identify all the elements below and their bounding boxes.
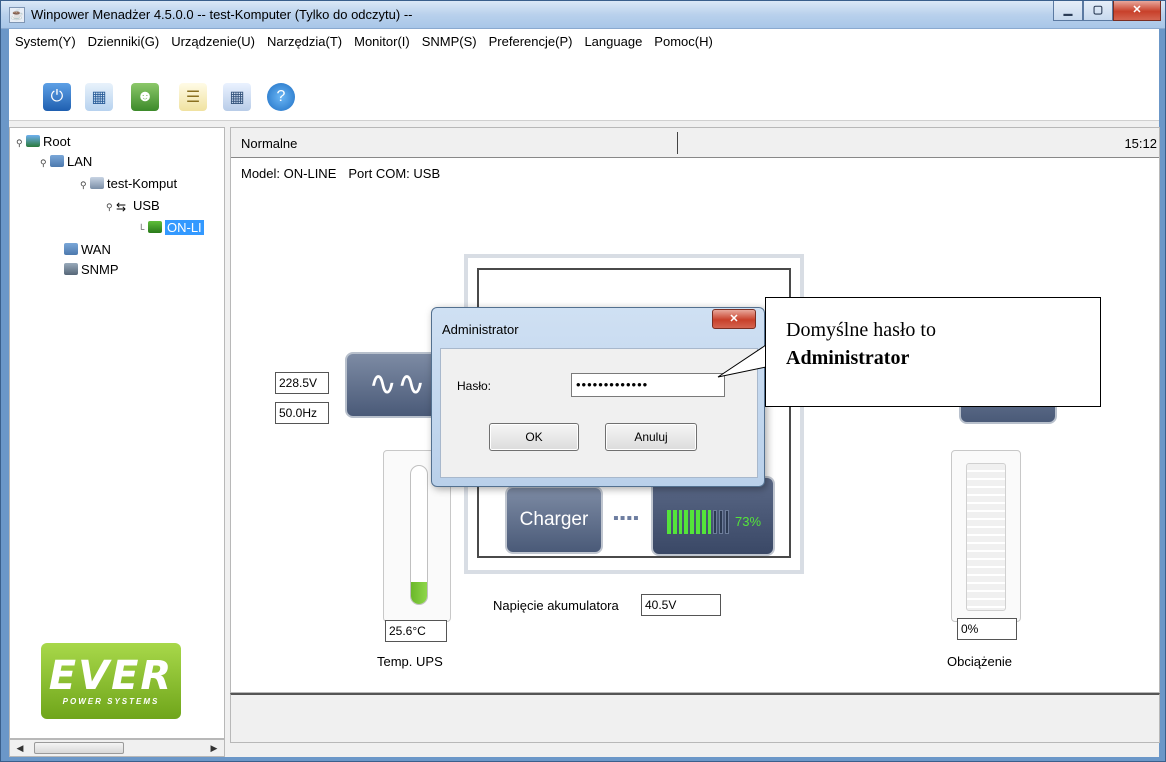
network-icon [50,155,64,167]
menu-monitor[interactable]: Monitor(I) [354,34,410,49]
callout-pointer [717,344,767,378]
battery-bar [707,510,712,534]
scroll-thumb[interactable] [34,742,124,754]
callout-line-2: Administrator [786,347,910,369]
callout-box: Domyślne hasło to Administrator [765,297,1101,407]
java-app-icon: ☕ [9,7,25,23]
battery-bar [701,510,706,534]
callout-line-1: Domyślne hasło to [786,319,936,341]
table-view-icon[interactable]: ▦ [223,83,251,111]
scroll-left-icon[interactable]: ◀ [12,741,28,755]
device-info: Model: ON-LINE Port COM: USB [241,166,452,181]
administrator-dialog: Administrator ✕ Hasło: ••••••••••••• OK … [431,307,765,487]
dialog-title: Administrator [442,322,519,337]
load-label: Obciążenie [947,654,1013,669]
thermometer-tube [410,465,428,605]
help-icon[interactable]: ? [267,83,295,111]
battery-bar [690,510,694,534]
schedule-calendar-icon[interactable]: ▦ [85,83,113,111]
tree-node-root[interactable]: ⚲ Root [16,134,70,150]
ok-button[interactable]: OK [489,423,579,451]
app-window: ☕ Winpower Menadżer 4.5.0.0 -- test-Komp… [0,0,1166,762]
status-state: Normalne [241,136,298,151]
temperature-value: 25.6°C [385,620,447,642]
tree-node-computer[interactable]: ⚲ test-Komput [80,176,177,192]
battery-bar [719,510,724,534]
menu-device[interactable]: Urządzenie(U) [171,34,255,49]
menu-bar: System(Y) Dzienniki(G) Urządzenie(U) Nar… [9,29,1159,53]
password-input[interactable]: ••••••••••••• [571,373,725,397]
ups-device-icon [148,221,162,233]
charger-link-dots: ▪▪▪▪ [613,510,640,527]
ever-logo: EVER POWER SYSTEMS [41,643,181,719]
menu-language[interactable]: Language [584,34,642,49]
usb-icon: ⇆ [116,201,130,213]
load-meter [951,450,1021,622]
tree-node-wan[interactable]: WAN [64,242,111,258]
toolbar: ⏻ ▦ ☻ ☰ ▦ ? [9,53,1159,121]
tree-node-usb[interactable]: ⚲ ⇆ USB [106,198,160,214]
snmp-icon [64,263,78,275]
user-admin-icon[interactable]: ☻ [131,83,159,111]
title-bar[interactable]: ☕ Winpower Menadżer 4.5.0.0 -- test-Komp… [1,1,1165,29]
menu-system[interactable]: System(Y) [15,34,76,49]
load-meter-track [966,463,1006,611]
network-icon [64,243,78,255]
menu-snmp[interactable]: SNMP(S) [422,34,477,49]
menu-help[interactable]: Pomoc(H) [654,34,713,49]
battery-bar [667,510,671,534]
battery-bar [678,510,683,534]
dialog-close-button[interactable]: ✕ [712,309,756,329]
computer-icon [90,177,104,189]
cancel-button[interactable]: Anuluj [605,423,697,451]
input-voltage-value: 228.5V [275,372,329,394]
window-title: Winpower Menadżer 4.5.0.0 -- test-Komput… [31,7,413,22]
status-bar: Normalne 15:12 [231,128,1159,158]
menu-preferences[interactable]: Preferencje(P) [489,34,573,49]
menu-logs[interactable]: Dzienniki(G) [88,34,160,49]
battery-voltage-label: Napięcie akumulatora [493,598,619,613]
battery-bar [725,510,730,534]
load-value: 0% [957,618,1017,640]
battery-bar [713,510,718,534]
menu-tools[interactable]: Narzędzia(T) [267,34,342,49]
battery-percent: 73% [735,514,762,529]
tree-node-ups-device[interactable]: └ ON-LI [138,220,204,236]
tree-node-lan[interactable]: ⚲ LAN [40,154,92,170]
model-label: Model: ON-LINE [241,166,337,181]
power-icon[interactable]: ⏻ [43,83,71,111]
battery-bar [684,510,689,534]
globe-icon [26,135,40,147]
scroll-right-icon[interactable]: ▶ [206,741,222,755]
battery-level-bars [667,510,730,534]
bottom-panel [230,693,1160,743]
tree-node-snmp[interactable]: SNMP [64,262,119,278]
minimize-button[interactable]: ▁ [1053,1,1083,21]
battery-bar [695,510,700,534]
event-list-icon[interactable]: ☰ [179,83,207,111]
battery-voltage-value: 40.5V [641,594,721,616]
close-button[interactable]: ✕ [1113,1,1161,21]
maximize-button[interactable]: ▢ [1083,1,1113,21]
port-label: Port COM: USB [348,166,441,181]
thermometer-fill [411,581,427,604]
charger-box: Charger [505,486,603,554]
dialog-body: Hasło: ••••••••••••• OK Anuluj [440,348,758,478]
status-time: 15:12 [1124,136,1157,151]
input-frequency-value: 50.0Hz [275,402,329,424]
password-label: Hasło: [457,379,492,393]
tree-horizontal-scrollbar[interactable]: ◀ ▶ [9,739,225,757]
battery-box: 73% [651,476,775,556]
battery-bar [672,510,677,534]
status-divider [677,132,678,154]
temperature-label: Temp. UPS [377,654,443,669]
